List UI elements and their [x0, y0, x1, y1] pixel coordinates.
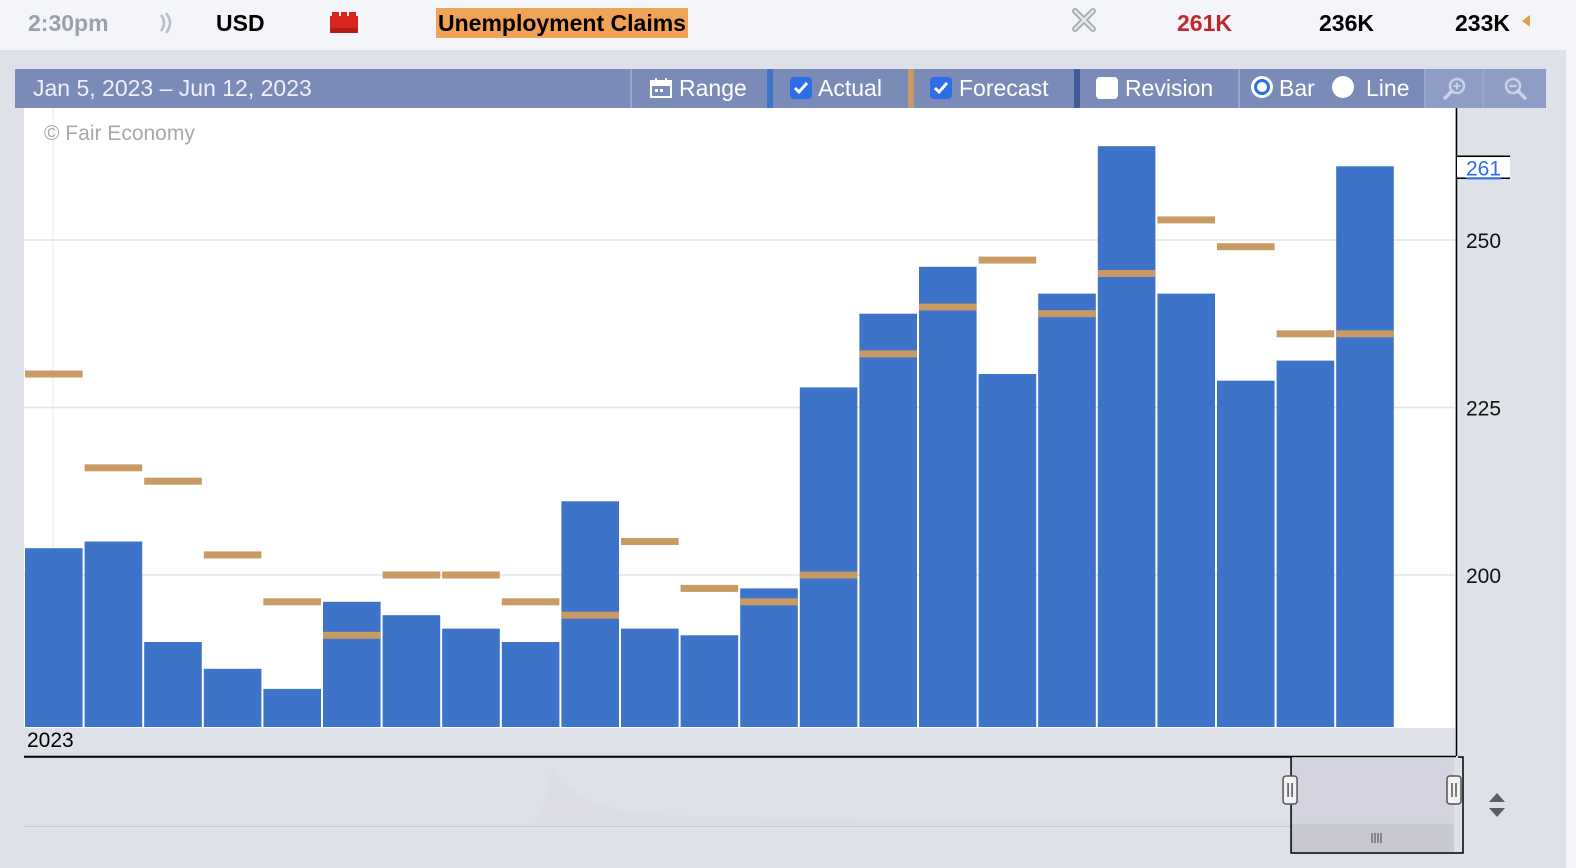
range-label: Range	[679, 75, 747, 101]
forecast-value: 236K	[1319, 10, 1374, 36]
navigator-scrollbar[interactable]	[1292, 824, 1454, 852]
x-axis-year-label: 2023	[27, 729, 74, 752]
forecast-toggle[interactable]: Forecast	[914, 69, 1074, 108]
actual-toggle[interactable]: Actual	[773, 69, 908, 108]
event-row[interactable]: 2:30pm USD Unemployment Claims 261K 236K…	[0, 0, 1576, 46]
forecast-checkbox[interactable]	[930, 77, 952, 99]
bar-mode-option[interactable]: Bar	[1240, 69, 1330, 108]
zoom-in-icon	[1443, 77, 1467, 106]
event-name[interactable]: Unemployment Claims	[436, 8, 688, 38]
navigator-series-area	[24, 768, 1454, 826]
line-radio[interactable]	[1332, 76, 1354, 98]
bar-radio[interactable]	[1251, 76, 1273, 98]
bar-label: Bar	[1279, 75, 1315, 101]
date-range-label: Jan 5, 2023 – Jun 12, 2023	[33, 75, 312, 101]
high-impact-icon	[330, 12, 358, 33]
sound-icon[interactable]	[156, 10, 176, 41]
range-navigator[interactable]	[24, 756, 1464, 854]
event-time: 2:30pm	[28, 10, 109, 36]
navigator-right-handle[interactable]	[1446, 775, 1462, 805]
plot-area	[24, 108, 1455, 728]
revision-toggle[interactable]: Revision	[1080, 69, 1238, 108]
line-label: Line	[1366, 75, 1410, 101]
line-mode-option[interactable]: Line	[1330, 69, 1424, 108]
actual-label: Actual	[818, 75, 882, 101]
zoom-out-button[interactable]	[1484, 69, 1546, 108]
revision-arrow-icon	[1522, 15, 1530, 27]
actual-checkbox[interactable]	[790, 77, 812, 99]
zoom-out-icon	[1503, 77, 1527, 106]
range-button[interactable]: Range	[632, 69, 767, 108]
revision-checkbox[interactable]	[1096, 77, 1118, 99]
close-detail-icon[interactable]	[1070, 6, 1098, 39]
navigator-left-handle[interactable]	[1282, 775, 1298, 805]
chart-toolbar: Jan 5, 2023 – Jun 12, 2023 Range Actual …	[15, 69, 1546, 108]
calendar-icon	[650, 78, 672, 103]
event-currency: USD	[216, 10, 265, 36]
revision-label: Revision	[1125, 75, 1214, 101]
zoom-in-button[interactable]	[1426, 69, 1482, 108]
copyright-text: © Fair Economy	[44, 122, 195, 145]
scroll-updown-icon[interactable]	[1488, 792, 1506, 823]
navigator-outline	[24, 756, 1464, 854]
actual-value: 261K	[1177, 10, 1232, 36]
forecast-label: Forecast	[959, 75, 1049, 101]
previous-value[interactable]: 233K	[1455, 8, 1510, 38]
